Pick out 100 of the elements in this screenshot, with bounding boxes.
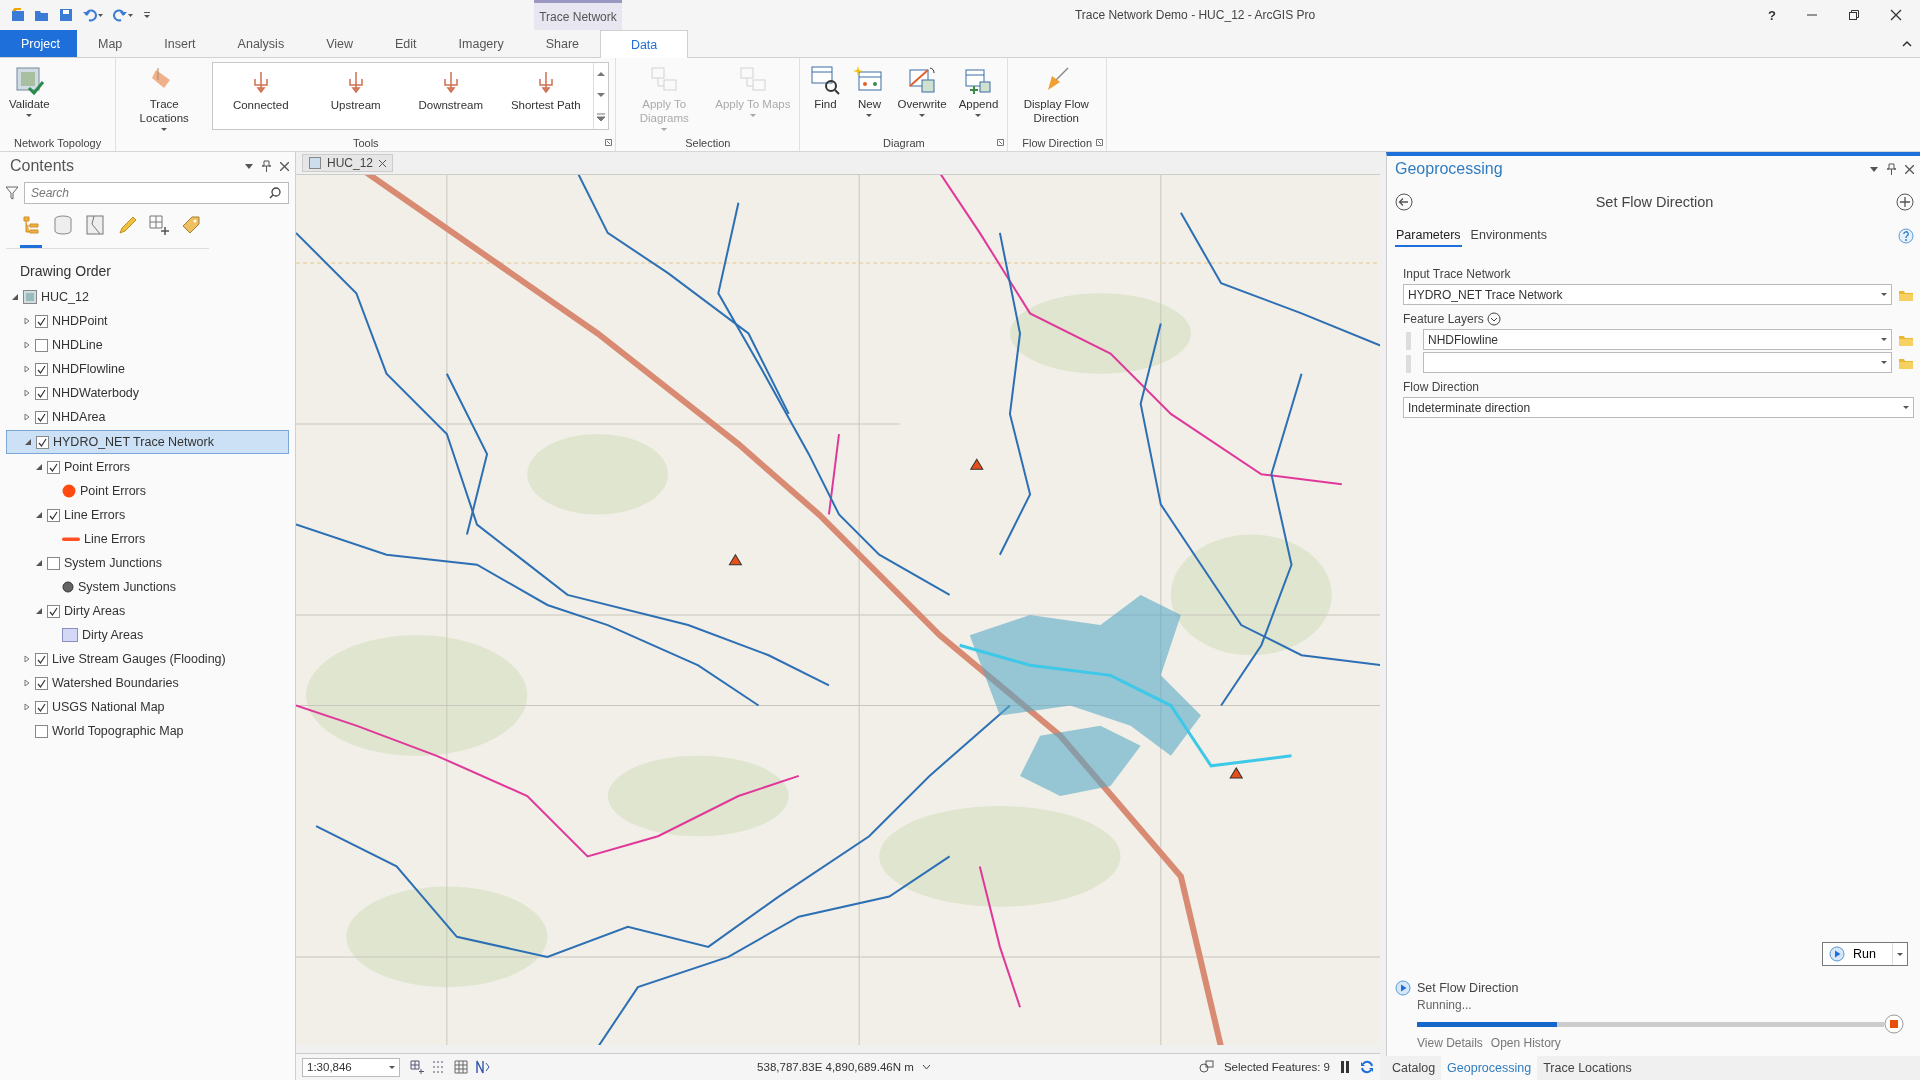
dialog-launcher-icon[interactable] [1096, 139, 1103, 146]
collapse-arrow-icon[interactable] [34, 463, 43, 471]
dropdown-field[interactable]: Indeterminate direction [1403, 397, 1914, 418]
expand-arrow-icon[interactable] [22, 655, 31, 663]
checkbox[interactable] [35, 314, 48, 328]
ribbon-button[interactable]: Find [804, 62, 847, 114]
help-button[interactable]: ? [1768, 7, 1776, 23]
collapse-arrow-icon[interactable] [23, 438, 32, 446]
tree-item-label[interactable]: Watershed Boundaries [52, 676, 179, 690]
scroll-down-icon[interactable] [597, 92, 606, 98]
dialog-launcher-icon[interactable] [997, 139, 1005, 146]
undo-icon[interactable] [82, 7, 104, 23]
close-icon[interactable] [1905, 164, 1914, 174]
expand-arrow-icon[interactable] [22, 341, 31, 349]
dropdown-icon[interactable] [245, 163, 253, 169]
stop-icon[interactable] [1884, 1014, 1904, 1034]
north-arrow-icon[interactable] [476, 1060, 490, 1074]
checkbox[interactable] [47, 460, 60, 474]
checkbox[interactable] [35, 700, 48, 714]
drag-handle[interactable] [1406, 332, 1411, 350]
ribbon-button[interactable]: Trace Locations [120, 62, 209, 133]
tree-item-label[interactable]: System Junctions [64, 556, 162, 570]
gallery-item[interactable]: Downstream [403, 63, 499, 117]
dropdown-field[interactable]: NHDFlowline [1423, 329, 1892, 350]
ribbon-button[interactable]: New [848, 62, 891, 119]
filter-icon[interactable] [6, 186, 18, 200]
tree-item-label[interactable]: Point Errors [64, 460, 130, 474]
tree-item-label[interactable]: Point Errors [80, 484, 146, 498]
expand-circle-icon[interactable] [1486, 312, 1501, 326]
ribbon-tab[interactable]: Edit [374, 30, 438, 57]
refresh-icon[interactable] [1360, 1060, 1374, 1074]
checkbox[interactable] [35, 724, 48, 738]
link[interactable]: Open History [1490, 1036, 1561, 1050]
ribbon-button[interactable]: Append [953, 62, 1004, 119]
dropdown-icon[interactable] [921, 1064, 931, 1070]
pause-icon[interactable] [1340, 1061, 1350, 1073]
dropdown-field[interactable] [1423, 352, 1892, 373]
redo-icon[interactable] [112, 7, 134, 23]
checkbox[interactable] [35, 410, 48, 424]
tree-item-label[interactable]: Dirty Areas [82, 628, 144, 642]
expand-arrow-icon[interactable] [22, 413, 31, 421]
pin-icon[interactable] [262, 160, 271, 172]
gallery-item[interactable]: Upstream [308, 63, 404, 117]
drag-handle[interactable] [1406, 355, 1411, 373]
save-icon[interactable] [58, 7, 74, 23]
tree-item-label[interactable]: Line Errors [64, 508, 126, 522]
checkbox[interactable] [35, 386, 48, 400]
run-button[interactable]: Run [1822, 942, 1908, 966]
tree-item-label[interactable]: Live Stream Gauges (Flooding) [52, 652, 226, 666]
search-icon[interactable] [269, 187, 281, 199]
collapse-arrow-icon[interactable] [34, 511, 43, 519]
tree-list-icon[interactable] [20, 214, 42, 248]
checkbox[interactable] [35, 652, 48, 666]
tree-item-label[interactable]: USGS National Map [52, 700, 165, 714]
back-icon[interactable] [1395, 193, 1413, 211]
help-icon[interactable] [1898, 228, 1914, 244]
pane-tab[interactable]: Trace Locations [1537, 1056, 1638, 1080]
checkbox[interactable] [36, 435, 49, 449]
ribbon-button[interactable]: Display Flow Direction [1012, 62, 1101, 128]
tree-item-label[interactable]: NHDPoint [52, 314, 108, 328]
ribbon-tab[interactable]: Imagery [437, 30, 525, 57]
ribbon-tab[interactable]: View [305, 30, 374, 57]
close-icon[interactable] [280, 161, 289, 171]
dialog-launcher-icon[interactable] [605, 139, 613, 146]
expand-arrow-icon[interactable] [22, 317, 31, 325]
ribbon-tab[interactable]: Analysis [216, 30, 306, 57]
pin-icon[interactable] [1887, 163, 1896, 175]
selection-icon[interactable] [1197, 1060, 1214, 1074]
ribbon-tab[interactable]: Map [77, 30, 144, 57]
ribbon-tab[interactable]: Insert [143, 30, 217, 57]
grid-icon[interactable] [454, 1060, 468, 1074]
tree-item-label[interactable]: World Topographic Map [52, 724, 184, 738]
add-icon[interactable] [1896, 193, 1914, 211]
document-tab[interactable]: HUC_12 [302, 154, 394, 172]
collapse-arrow-icon[interactable] [10, 293, 19, 301]
gallery-item[interactable]: Shortest Path [498, 63, 594, 117]
tree-item-label[interactable]: NHDWaterbody [52, 386, 140, 400]
pane-tab[interactable]: Parameters [1395, 225, 1462, 247]
pane-tab[interactable]: Catalog [1386, 1056, 1442, 1080]
pane-tab[interactable]: Geoprocessing [1441, 1056, 1538, 1080]
tree-item-label[interactable]: HYDRO_NET Trace Network [53, 435, 214, 449]
expand-arrow-icon[interactable] [22, 389, 31, 397]
ribbon-tab[interactable]: Share [524, 30, 601, 57]
scroll-up-icon[interactable] [597, 70, 606, 77]
expand-arrow-icon[interactable] [22, 679, 31, 687]
expand-arrow-icon[interactable] [22, 365, 31, 373]
pane-tab[interactable]: Environments [1469, 225, 1549, 247]
collapse-arrow-icon[interactable] [34, 559, 43, 567]
gallery-item[interactable]: Connected [213, 63, 309, 117]
expand-gallery-icon[interactable] [597, 113, 606, 122]
tree-item-label[interactable]: Line Errors [84, 532, 146, 546]
search-field[interactable]: Search [24, 182, 289, 204]
scale-field[interactable]: 1:30,846 [302, 1057, 400, 1077]
restore-icon[interactable] [1848, 9, 1860, 21]
checkbox[interactable] [35, 676, 48, 690]
link[interactable]: View Details [1417, 1036, 1483, 1050]
tree-item-label[interactable]: NHDLine [52, 338, 103, 352]
checkbox[interactable] [47, 604, 60, 618]
expand-arrow-icon[interactable] [22, 703, 31, 711]
tree-item-label[interactable]: System Junctions [78, 580, 176, 594]
